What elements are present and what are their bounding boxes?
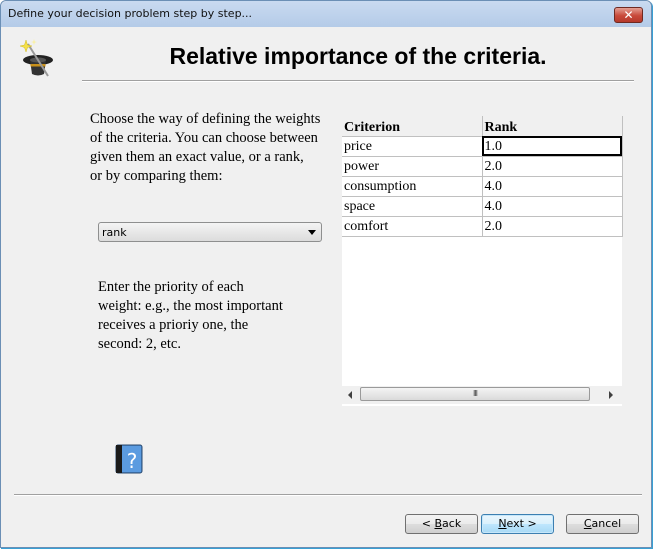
intro-line: given them an exact value, or a rank, — [90, 149, 304, 165]
close-icon: ✕ — [623, 8, 634, 22]
criteria-table-pane[interactable]: Criterion Rank price 1.0 power 2.0 consu… — [342, 116, 623, 406]
criterion-cell[interactable]: space — [342, 196, 483, 217]
title-divider — [82, 80, 634, 82]
next-label-mnemonic: N — [498, 517, 507, 530]
table-row[interactable]: price 1.0 — [342, 136, 623, 157]
page-title: Relative importance of the criteria. — [169, 43, 547, 69]
title-bar[interactable]: Define your decision problem step by ste… — [1, 1, 651, 27]
criterion-cell[interactable]: consumption — [342, 176, 483, 197]
column-header-criterion[interactable]: Criterion — [342, 116, 483, 137]
chevron-down-icon[interactable] — [308, 230, 316, 235]
scrollbar-thumb[interactable]: III — [360, 387, 590, 401]
table-row[interactable]: consumption 4.0 — [342, 176, 623, 197]
back-button[interactable]: < Back — [405, 514, 478, 534]
cancel-button[interactable]: Cancel — [566, 514, 639, 534]
rank-cell[interactable]: 4.0 — [482, 196, 623, 217]
help-book-icon[interactable]: ? — [115, 444, 143, 474]
rank-cell[interactable]: 2.0 — [482, 216, 623, 237]
table-row[interactable]: comfort 2.0 — [342, 216, 623, 237]
criterion-cell[interactable]: price — [342, 136, 483, 157]
grip-icon: III — [472, 389, 478, 398]
intro-description: Choose the way of defining the weights o… — [90, 110, 335, 186]
criterion-cell[interactable]: power — [342, 156, 483, 177]
rank-instructions: Enter the priority of each weight: e.g.,… — [98, 278, 308, 354]
rank-cell[interactable]: 4.0 — [482, 176, 623, 197]
back-label-prefix: < — [421, 517, 435, 530]
svg-text:?: ? — [127, 449, 138, 473]
intro-line: or by comparing them: — [90, 168, 223, 184]
close-button[interactable]: ✕ — [614, 7, 643, 23]
intro-line: Choose the way of defining the weights — [90, 111, 321, 127]
wizard-content: Relative importance of the criteria. Cho… — [8, 28, 645, 541]
next-label-rest: ext > — [506, 517, 537, 530]
rank-cell-editing[interactable]: 1.0 — [482, 136, 623, 157]
back-label-mnemonic: B — [434, 517, 443, 530]
rank-cell[interactable]: 2.0 — [482, 156, 623, 177]
hint-line: second: 2, etc. — [98, 336, 181, 352]
back-label-rest: ack — [442, 517, 462, 530]
table-header-row: Criterion Rank — [342, 116, 623, 137]
footer-divider — [14, 494, 642, 496]
weight-method-value: rank — [102, 226, 127, 239]
weight-method-dropdown[interactable]: rank — [98, 222, 322, 242]
cancel-label-rest: ancel — [591, 517, 622, 530]
hint-line: weight: e.g., the most important — [98, 298, 283, 314]
scroll-right-arrow-icon[interactable] — [609, 391, 613, 399]
magic-hat-wand-icon — [19, 39, 53, 77]
intro-line: of the criteria. You can choose between — [90, 130, 318, 146]
column-header-rank[interactable]: Rank — [482, 116, 623, 137]
scroll-left-arrow-icon[interactable] — [348, 391, 352, 399]
cancel-label-mnemonic: C — [583, 517, 592, 530]
next-button[interactable]: Next > — [481, 514, 554, 534]
table-row[interactable]: space 4.0 — [342, 196, 623, 217]
wizard-window: Define your decision problem step by ste… — [0, 0, 652, 548]
criterion-cell[interactable]: comfort — [342, 216, 483, 237]
horizontal-scrollbar[interactable]: III — [342, 386, 622, 404]
hint-line: Enter the priority of each — [98, 279, 244, 295]
window-title: Define your decision problem step by ste… — [8, 7, 253, 20]
criteria-rank-table: Criterion Rank price 1.0 power 2.0 consu… — [342, 116, 623, 237]
table-row[interactable]: power 2.0 — [342, 156, 623, 177]
hint-line: receives a prioriy one, the — [98, 317, 249, 333]
